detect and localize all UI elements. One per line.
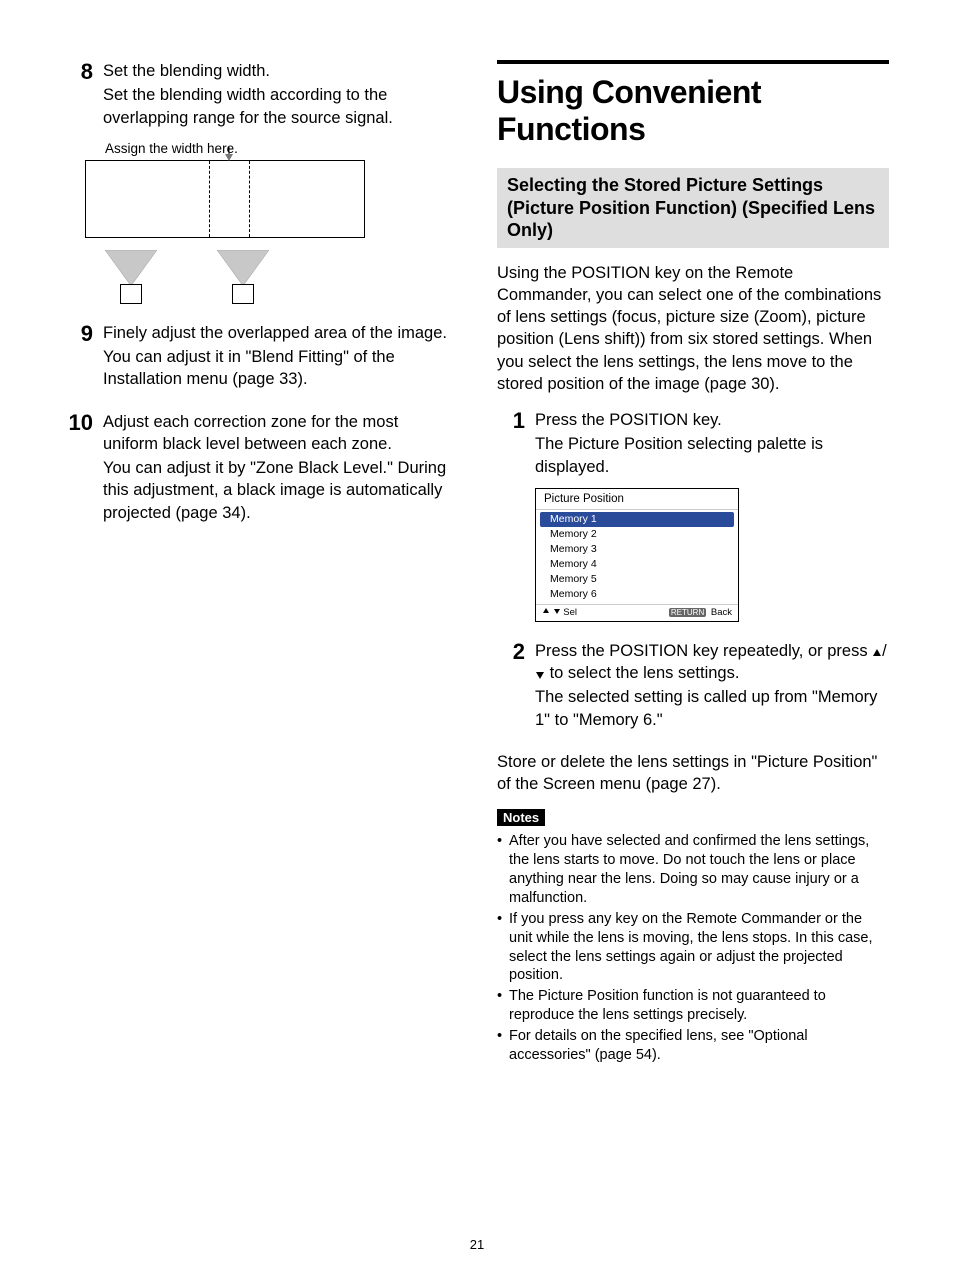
page-number: 21	[0, 1237, 954, 1252]
step-number: 10	[65, 411, 93, 435]
palette-item[interactable]: Memory 6	[536, 587, 738, 602]
diagram-label: Assign the width here.	[105, 141, 457, 156]
palette-footer-left: Sel	[542, 607, 577, 618]
projector-diagram	[105, 250, 457, 304]
step-9: 9 Finely adjust the overlapped area of t…	[65, 322, 457, 391]
section-rule	[497, 60, 889, 64]
step-sub: You can adjust it in "Blend Fitting" of …	[103, 346, 457, 391]
projector-cone-icon	[217, 250, 269, 286]
arrow-up-icon	[872, 648, 882, 658]
back-label: Back	[711, 607, 732, 618]
store-delete-note: Store or delete the lens settings in "Pi…	[497, 751, 889, 796]
intro-paragraph: Using the POSITION key on the Remote Com…	[497, 262, 889, 396]
notes-list: After you have selected and confirmed th…	[497, 832, 889, 1064]
blending-diagram	[85, 160, 457, 238]
palette-sel-label: Sel	[563, 607, 577, 618]
step-sub: The Picture Position selecting palette i…	[535, 433, 889, 478]
step-lead: Press the POSITION key repeatedly, or pr…	[535, 640, 889, 685]
step-number: 8	[65, 60, 93, 84]
palette-item[interactable]: Memory 2	[536, 527, 738, 542]
arrow-up-icon	[542, 607, 550, 615]
arrow-down-icon	[535, 670, 545, 680]
palette-item[interactable]: Memory 5	[536, 572, 738, 587]
step-lead: Finely adjust the overlapped area of the…	[103, 322, 457, 344]
right-step-1: 1 Press the POSITION key. The Picture Po…	[497, 409, 889, 478]
step-lead: Press the POSITION key.	[535, 409, 889, 431]
right-step-2: 2 Press the POSITION key repeatedly, or …	[497, 640, 889, 731]
note-item: If you press any key on the Remote Comma…	[497, 910, 889, 985]
step-number: 9	[65, 322, 93, 346]
projector-box-icon	[120, 284, 142, 304]
palette-item[interactable]: Memory 4	[536, 557, 738, 572]
step-number: 2	[497, 640, 525, 664]
step-lead: Set the blending width.	[103, 60, 457, 82]
projector-cone-icon	[105, 250, 157, 286]
notes-label: Notes	[497, 809, 545, 826]
step-sub: You can adjust it by "Zone Black Level."…	[103, 457, 457, 524]
note-item: For details on the specified lens, see "…	[497, 1027, 889, 1065]
right-column: Using Convenient Functions Selecting the…	[497, 60, 889, 1234]
projector-box-icon	[232, 284, 254, 304]
note-item: The Picture Position function is not gua…	[497, 987, 889, 1025]
return-badge: RETURN	[669, 608, 706, 617]
sub-heading: Selecting the Stored Picture Settings (P…	[497, 168, 889, 248]
step-10: 10 Adjust each correction zone for the m…	[65, 411, 457, 524]
step-lead-suffix: to select the lens settings.	[545, 664, 739, 682]
step-number: 1	[497, 409, 525, 433]
palette-item[interactable]: Memory 3	[536, 542, 738, 557]
palette-item-selected[interactable]: Memory 1	[540, 512, 734, 527]
arrow-down-icon	[553, 607, 561, 615]
width-marker-icon	[224, 147, 234, 161]
step-sub: The selected setting is called up from "…	[535, 686, 889, 731]
note-item: After you have selected and confirmed th…	[497, 832, 889, 907]
main-heading: Using Convenient Functions	[497, 74, 889, 148]
picture-position-palette: Picture Position Memory 1 Memory 2 Memor…	[535, 488, 739, 622]
step-8: 8 Set the blending width. Set the blendi…	[65, 60, 457, 129]
palette-title: Picture Position	[536, 489, 738, 510]
step-sub: Set the blending width according to the …	[103, 84, 457, 129]
palette-footer-right: RETURN Back	[669, 607, 732, 618]
step-lead: Adjust each correction zone for the most…	[103, 411, 457, 456]
step-lead-prefix: Press the POSITION key repeatedly, or pr…	[535, 642, 872, 660]
left-column: 8 Set the blending width. Set the blendi…	[65, 60, 457, 1234]
